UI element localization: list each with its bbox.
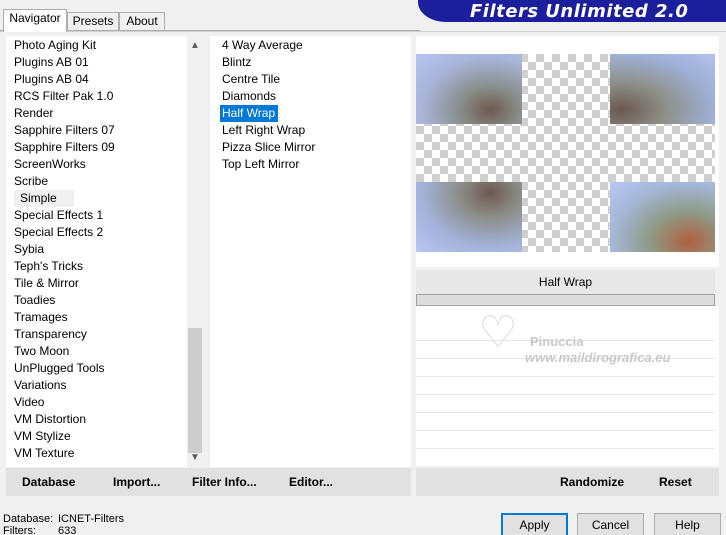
import-button[interactable]: Import...: [113, 468, 160, 496]
status-database-value: ICNET-Filters: [58, 513, 124, 525]
filter-info-button[interactable]: Filter Info...: [192, 468, 257, 496]
list-action-bar: Database Import... Filter Info... Editor…: [6, 468, 411, 496]
scroll-down-icon[interactable]: ▼: [187, 450, 203, 466]
randomize-button[interactable]: Randomize: [560, 468, 624, 496]
filter-item[interactable]: 4 Way Average: [210, 37, 303, 54]
category-item[interactable]: Tile & Mirror: [6, 275, 79, 292]
preview-tile-top-right: [610, 54, 715, 124]
category-item[interactable]: UnPlugged Tools: [6, 360, 105, 377]
param-row-line: [416, 412, 715, 413]
database-button[interactable]: Database: [22, 468, 75, 496]
category-item[interactable]: Photo Aging Kit: [6, 37, 96, 54]
reset-button[interactable]: Reset: [659, 468, 692, 496]
category-item[interactable]: Scribe: [6, 173, 48, 190]
filter-item[interactable]: Blintz: [210, 54, 251, 71]
filter-item[interactable]: Half Wrap: [220, 105, 279, 122]
param-row-line: [416, 376, 715, 377]
param-row-line: [416, 448, 715, 449]
category-item[interactable]: VM Texture: [6, 445, 74, 462]
filter-item[interactable]: Diamonds: [210, 88, 276, 105]
category-item[interactable]: Sybia: [6, 241, 44, 258]
preview-action-bar: Randomize Reset: [416, 468, 719, 496]
editor-button[interactable]: Editor...: [289, 468, 333, 496]
status-filters-value: 633: [58, 525, 77, 535]
category-item[interactable]: VM Distortion: [6, 411, 86, 428]
param-row-line: [416, 394, 715, 395]
filter-item[interactable]: Pizza Slice Mirror: [210, 139, 315, 156]
category-item[interactable]: Special Effects 2: [6, 224, 103, 241]
preview-image: [416, 54, 715, 252]
watermark-name: Pinuccia: [530, 334, 584, 349]
category-scrollbar[interactable]: ▲ ▼: [187, 36, 203, 467]
preview-tile-top-left: [416, 54, 522, 124]
status-database: Database: ICNET-Filters: [3, 513, 124, 525]
cancel-button[interactable]: Cancel: [577, 513, 644, 535]
category-item[interactable]: Variations: [6, 377, 66, 394]
brand-title: Filters Unlimited 2.0: [470, 1, 689, 22]
category-item[interactable]: Simple: [14, 190, 74, 207]
scroll-up-icon[interactable]: ▲: [187, 38, 203, 54]
category-item[interactable]: Special Effects 1: [6, 207, 103, 224]
filter-item[interactable]: Top Left Mirror: [210, 156, 299, 173]
tab-presets[interactable]: Presets: [67, 12, 119, 31]
tab-navigator[interactable]: Navigator: [3, 9, 67, 32]
category-item[interactable]: Toadies: [6, 292, 55, 309]
help-button[interactable]: Help: [654, 513, 721, 535]
category-item[interactable]: Transparency: [6, 326, 87, 343]
status-filters-label: Filters:: [3, 525, 36, 535]
parameter-slider[interactable]: [416, 294, 715, 306]
filter-list[interactable]: 4 Way Average Blintz Centre Tile Diamonds Ha…: [210, 36, 411, 467]
selected-filter-name: Half Wrap: [416, 270, 715, 294]
category-item[interactable]: Sapphire Filters 09: [6, 139, 115, 156]
apply-button[interactable]: Apply: [501, 513, 568, 535]
category-item[interactable]: Tramages: [6, 309, 68, 326]
category-list[interactable]: Photo Aging Kit Plugins AB 01 Plugins AB 0…: [6, 36, 203, 467]
category-item[interactable]: Teph's Tricks: [6, 258, 83, 275]
category-item[interactable]: Sapphire Filters 07: [6, 122, 115, 139]
tab-about[interactable]: About: [119, 12, 165, 31]
watermark-heart-icon: ♡: [478, 308, 518, 357]
category-item[interactable]: VM Stylize: [6, 428, 71, 445]
filter-item[interactable]: Centre Tile: [210, 71, 280, 88]
status-filters: Filters: 633: [3, 525, 76, 535]
watermark-url: www.maildirografica.eu: [525, 350, 671, 365]
filter-item[interactable]: Left Right Wrap: [210, 122, 305, 139]
category-item[interactable]: Plugins AB 04: [6, 71, 89, 88]
category-item[interactable]: Video: [6, 394, 44, 411]
category-item[interactable]: Plugins AB 01: [6, 54, 89, 71]
param-row-line: [416, 430, 715, 431]
preview-tile-bottom-right: [610, 182, 715, 252]
category-item[interactable]: Render: [6, 105, 53, 122]
category-item[interactable]: ScreenWorks: [6, 156, 86, 173]
preview-tile-bottom-left: [416, 182, 522, 252]
parameters-area: [416, 306, 719, 466]
category-item[interactable]: RCS Filter Pak 1.0: [6, 88, 113, 105]
category-item[interactable]: Two Moon: [6, 343, 69, 360]
tab-strip: Navigator Presets About: [0, 0, 420, 32]
status-database-label: Database:: [3, 513, 54, 525]
scrollbar-thumb[interactable]: [188, 328, 202, 453]
